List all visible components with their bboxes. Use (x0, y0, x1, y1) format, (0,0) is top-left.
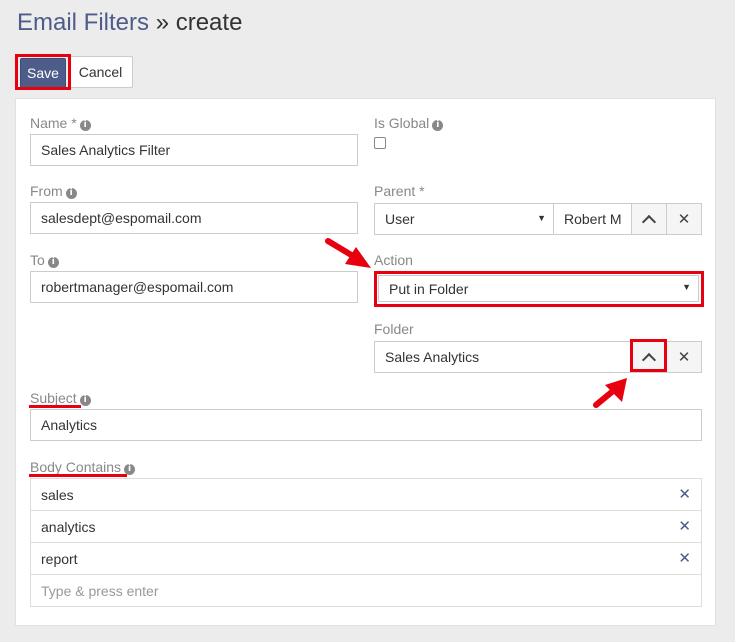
annotation-arrows (325, 238, 627, 408)
annotation-arrow-folder (593, 378, 627, 408)
annotation-arrow-action (325, 238, 371, 268)
